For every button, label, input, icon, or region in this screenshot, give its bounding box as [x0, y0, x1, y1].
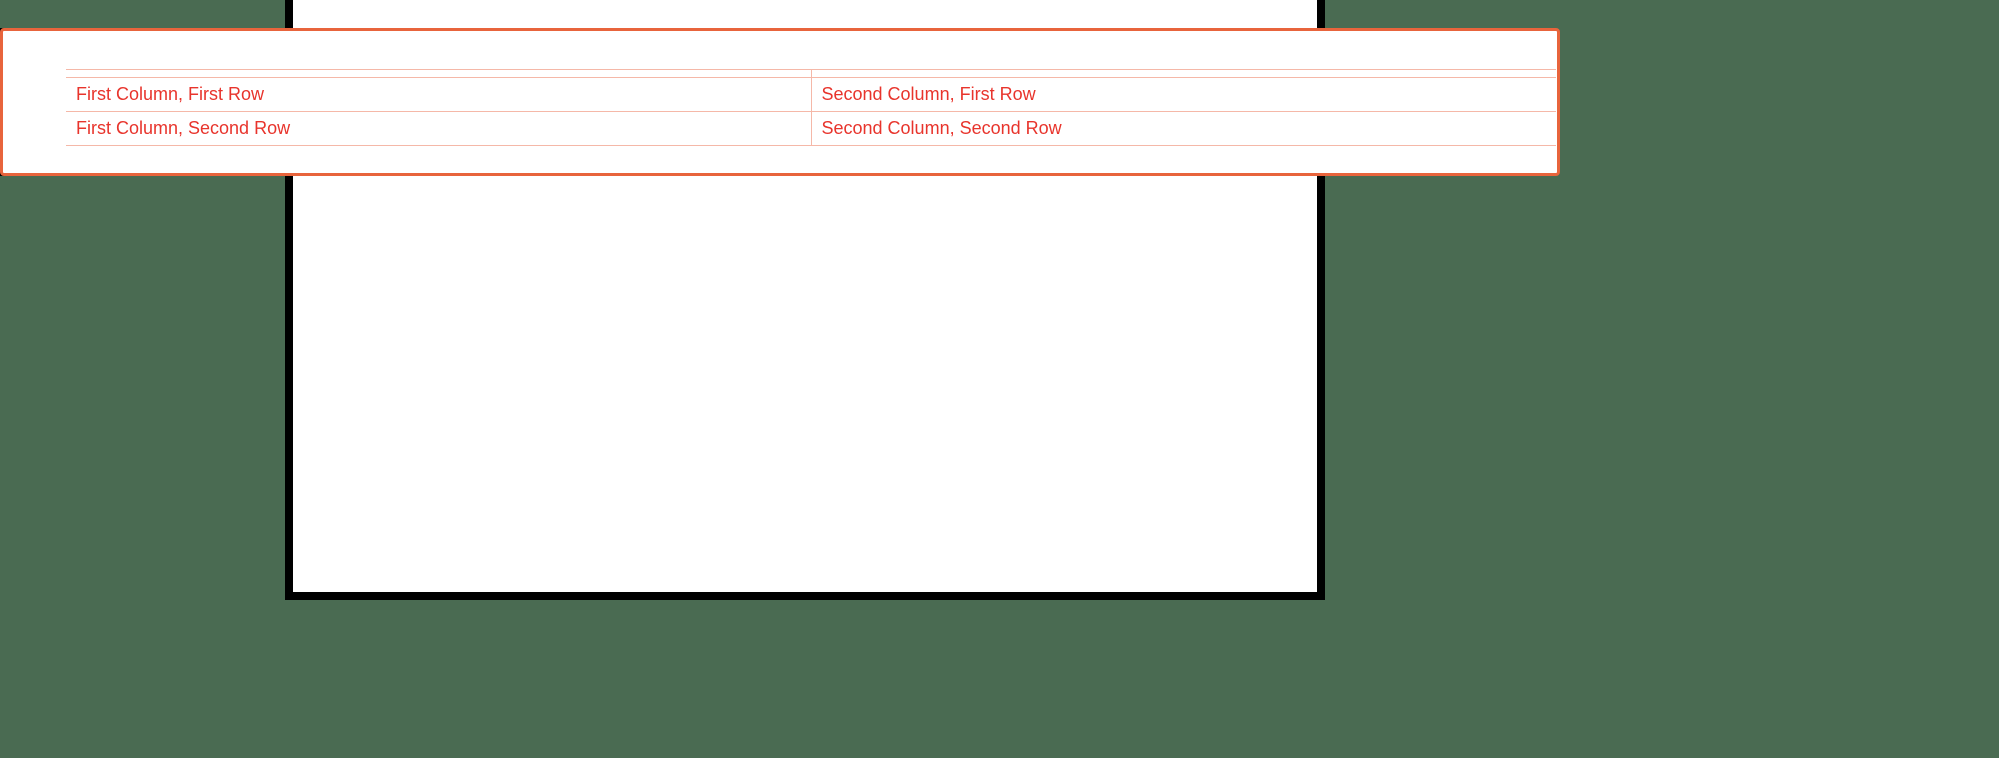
table-cell[interactable]: First Column, First Row [66, 78, 811, 112]
table-header-cell [66, 70, 811, 78]
table-header-cell [811, 70, 1556, 78]
data-table: First Column, First Row Second Column, F… [66, 69, 1556, 146]
overlay-panel: First Column, First Row Second Column, F… [0, 28, 1560, 176]
table-cell[interactable]: Second Column, First Row [811, 78, 1556, 112]
table-header-row [66, 70, 1556, 78]
table-row[interactable]: First Column, First Row Second Column, F… [66, 78, 1556, 112]
table-cell[interactable]: Second Column, Second Row [811, 112, 1556, 146]
table-row[interactable]: First Column, Second Row Second Column, … [66, 112, 1556, 146]
table-cell[interactable]: First Column, Second Row [66, 112, 811, 146]
